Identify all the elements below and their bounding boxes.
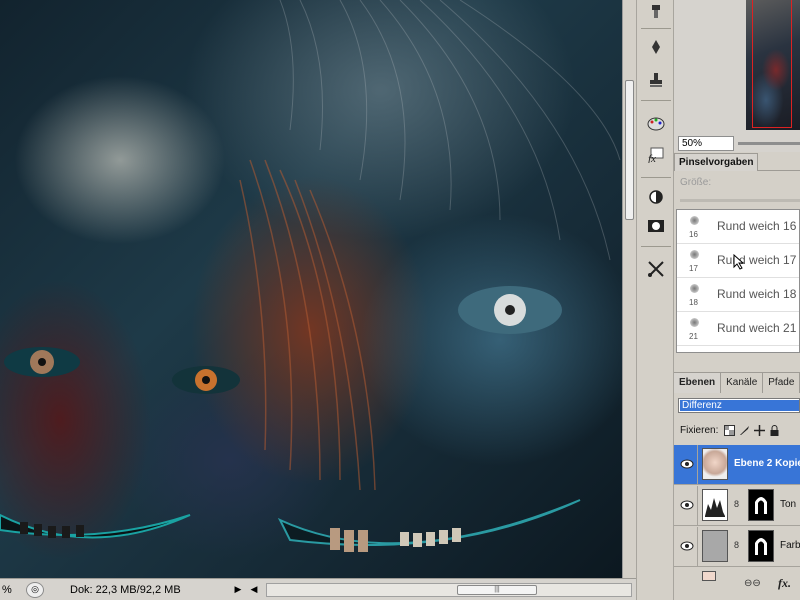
blend-mode-select[interactable]: Differenz xyxy=(678,398,800,413)
color-fill-thumbnail xyxy=(702,530,728,562)
tool-divider xyxy=(641,100,671,101)
mask-icon[interactable] xyxy=(643,214,669,238)
lock-position-icon[interactable] xyxy=(754,424,766,436)
navigator-zoom-input[interactable]: 50% xyxy=(678,136,734,151)
brush-list[interactable]: 16 Rund weich 16 17 Rund weich 17 18 Run… xyxy=(676,209,800,353)
layer-row[interactable]: Ebene 2 Kopie xyxy=(674,445,800,485)
layers-tab-bar: Ebenen Kanäle Pfade xyxy=(674,373,800,393)
tool-divider xyxy=(641,28,671,29)
tab-brush-presets[interactable]: Pinselvorgaben xyxy=(674,153,758,171)
tab-underline xyxy=(758,170,800,171)
brush-tip-icon xyxy=(690,318,699,327)
brush-item[interactable]: 17 Rund weich 17 xyxy=(677,244,799,278)
adjust-icon[interactable] xyxy=(643,185,669,209)
layer-divider xyxy=(697,527,698,567)
layer-name[interactable]: Ebene 2 Kopie xyxy=(734,458,800,469)
brush-item[interactable]: 16 Rund weich 16 xyxy=(677,210,799,244)
canvas-artwork xyxy=(0,0,621,552)
blend-mode-value: Differenz xyxy=(680,400,799,411)
layer-divider xyxy=(697,486,698,526)
layer-mask-thumbnail xyxy=(748,489,774,521)
tab-layers[interactable]: Ebenen xyxy=(674,373,722,393)
vertical-scroll-thumb[interactable] xyxy=(625,80,634,220)
tab-paths[interactable]: Pfade xyxy=(763,373,800,393)
canvas-horizontal-scrollbar[interactable]: ||| xyxy=(266,582,632,597)
tools-icon[interactable] xyxy=(643,257,669,281)
brush-tip-icon xyxy=(690,250,699,259)
visibility-eye-icon[interactable] xyxy=(677,537,697,555)
lock-transparency-icon[interactable] xyxy=(724,424,736,436)
stamp-icon[interactable] xyxy=(643,68,669,92)
brush-name: Rund weich 16 xyxy=(717,219,797,233)
brush-size-slider[interactable] xyxy=(680,199,800,202)
brush-name: Rund weich 21 xyxy=(717,321,797,335)
lock-pixels-icon[interactable] xyxy=(739,425,750,436)
lock-row: Fixieren: xyxy=(674,421,800,439)
link-layers-icon[interactable]: ⊖⊖ xyxy=(744,578,761,589)
layer-name[interactable]: Ton xyxy=(780,499,796,510)
layer-style-icon[interactable]: fx. xyxy=(778,576,791,591)
brush-tip-icon xyxy=(690,216,699,225)
layer-thumbnail xyxy=(702,448,728,480)
tool-column: fx xyxy=(636,0,674,600)
navigator-panel: 50% xyxy=(674,0,800,152)
navigator-zoom-slider[interactable] xyxy=(738,142,800,145)
navigator-view-box[interactable] xyxy=(752,0,792,128)
lock-all-icon[interactable] xyxy=(769,424,780,436)
scroll-left-icon[interactable]: ◀ xyxy=(246,584,262,595)
photoshop-window: % ◎ Dok: 22,3 MB/92,2 MB ▶ ◀ ||| fx 50% … xyxy=(0,0,800,600)
status-menu-icon[interactable]: ◎ xyxy=(26,581,44,598)
pen-icon[interactable] xyxy=(643,35,669,59)
brush-size-number: 18 xyxy=(689,298,698,307)
history-brush-icon[interactable] xyxy=(643,0,669,24)
layers-panel: Ebenen Kanäle Pfade Differenz Fixieren: … xyxy=(674,372,800,600)
mouse-cursor-icon xyxy=(733,254,745,270)
fx-icon[interactable]: fx xyxy=(643,143,669,167)
canvas-vertical-scrollbar[interactable] xyxy=(622,0,636,578)
tool-divider xyxy=(641,246,671,247)
link-chain-icon: 8 xyxy=(734,499,740,509)
brush-size-number: 17 xyxy=(689,264,698,273)
status-bar: % ◎ Dok: 22,3 MB/92,2 MB ▶ ◀ ||| xyxy=(0,578,636,600)
zoom-level[interactable]: % xyxy=(0,584,20,596)
visibility-eye-icon[interactable] xyxy=(677,496,697,514)
navigator-preview[interactable] xyxy=(746,0,800,130)
brush-size-number: 21 xyxy=(689,332,698,341)
brush-size-number: 16 xyxy=(689,230,698,239)
status-arrow-icon[interactable]: ▶ xyxy=(230,584,246,595)
brush-tip-icon xyxy=(690,284,699,293)
brush-presets-panel: Pinselvorgaben Größe: 16 Rund weich 16 1… xyxy=(674,153,800,353)
palette-icon[interactable] xyxy=(643,112,669,136)
right-panels: 50% Pinselvorgaben Größe: 16 Rund weich … xyxy=(674,0,800,600)
brush-item[interactable]: 18 Rund weich 18 xyxy=(677,278,799,312)
levels-adjustment-icon xyxy=(702,489,728,521)
layer-divider xyxy=(697,445,698,485)
brush-size-label: Größe: xyxy=(680,177,712,188)
svg-text:fx: fx xyxy=(648,153,656,163)
brush-name: Rund weich 17 xyxy=(717,253,797,267)
document-size: Dok: 22,3 MB/92,2 MB xyxy=(70,583,181,596)
visibility-eye-icon[interactable] xyxy=(677,455,697,473)
tool-divider xyxy=(641,177,671,178)
layer-row[interactable]: 8 Ton xyxy=(674,486,800,526)
layer-mask-thumbnail xyxy=(748,530,774,562)
horizontal-scroll-thumb[interactable]: ||| xyxy=(457,584,537,595)
tab-channels[interactable]: Kanäle xyxy=(721,373,764,393)
layer-row[interactable]: 8 Farb xyxy=(674,527,800,567)
layers-footer: ⊖⊖ fx. xyxy=(674,568,800,600)
document-canvas[interactable] xyxy=(0,0,622,578)
partial-layer-thumbnail xyxy=(702,571,716,581)
brush-item[interactable]: 21 Rund weich 21 xyxy=(677,312,799,346)
link-chain-icon: 8 xyxy=(734,540,740,550)
layer-name[interactable]: Farb xyxy=(780,540,800,551)
brush-name: Rund weich 18 xyxy=(717,287,797,301)
lock-label: Fixieren: xyxy=(680,424,719,436)
